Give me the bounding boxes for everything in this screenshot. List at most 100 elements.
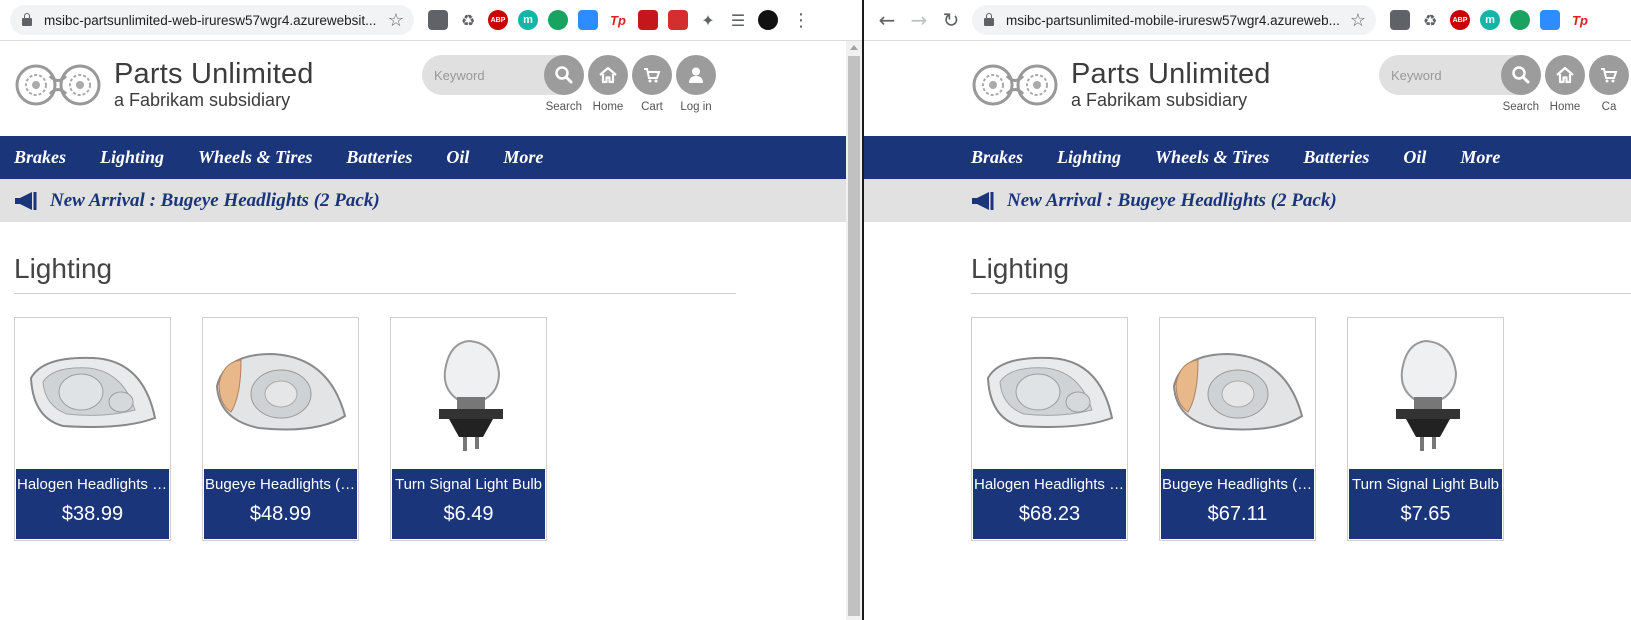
halogen-headlight-image[interactable] [16,319,169,467]
nav-lighting[interactable]: Lighting [1057,147,1121,168]
reader-extension-icon[interactable] [428,10,448,30]
product-name[interactable]: Turn Signal Light Bulb [392,476,545,493]
extensions-bar: ♻ ABP m Tp [1390,10,1590,30]
product-name[interactable]: Bugeye Headlights (2... [1161,476,1314,493]
reader-extension-icon[interactable] [1390,10,1410,30]
header-tools: Search Home [1379,55,1629,125]
adblock-extension-icon[interactable]: ABP [1450,10,1470,30]
tp-extension-icon[interactable]: Tp [1570,10,1590,30]
nav-more[interactable]: More [503,147,543,168]
adblock-extension-icon[interactable]: ABP [488,10,508,30]
bookmark-star-icon[interactable]: ☆ [388,10,404,31]
dots-extension-icon[interactable] [668,10,688,30]
lock-icon [22,13,32,26]
browser-toolbar: msibc-partsunlimited-web-iruresw57wgr4.a… [0,0,862,41]
brand-logo[interactable]: Parts Unlimited a Fabrikam subsidiary [971,59,1271,111]
home-button[interactable]: Home [1545,55,1585,113]
home-icon [1556,66,1574,84]
login-button[interactable]: Log in [676,55,716,113]
green-pin-extension-icon[interactable] [1510,10,1530,30]
recycle-extension-icon[interactable]: ♻ [1420,10,1440,30]
brand-logo[interactable]: Parts Unlimited a Fabrikam subsidiary [14,59,314,111]
search-input[interactable] [434,65,544,85]
nav-batteries[interactable]: Batteries [1303,147,1369,168]
address-bar[interactable]: msibc-partsunlimited-mobile-iruresw57wgr… [972,5,1376,35]
zoom-extension-icon[interactable] [1540,10,1560,30]
recycle-extension-icon[interactable]: ♻ [458,10,478,30]
product-card[interactable]: Bugeye Headlights (2... $48.99 [202,317,359,541]
address-bar[interactable]: msibc-partsunlimited-web-iruresw57wgr4.a… [10,5,414,35]
scroll-up-arrow-icon[interactable] [850,45,858,50]
search-input[interactable] [1391,65,1501,85]
product-name[interactable]: Halogen Headlights (... [973,476,1126,493]
forward-arrow-icon[interactable]: → [906,7,932,33]
nav-wheels-tires[interactable]: Wheels & Tires [1155,147,1269,168]
announcement-bar[interactable]: New Arrival : Bugeye Headlights (2 Pack) [0,179,862,222]
product-name[interactable]: Bugeye Headlights (2... [204,476,357,493]
search-icon [555,66,573,84]
section-title: Lighting [14,253,113,284]
green-pin-extension-icon[interactable] [548,10,568,30]
product-card[interactable]: Halogen Headlights (... $38.99 [14,317,171,541]
m-extension-icon[interactable]: m [1480,10,1500,30]
m-extension-icon[interactable]: m [518,10,538,30]
product-grid: Halogen Headlights (... $38.99 Bugeye He… [14,317,578,541]
product-price: $38.99 [61,503,124,525]
cart-button[interactable]: Ca [1589,55,1629,113]
gears-logo-icon [972,64,1058,106]
nav-batteries[interactable]: Batteries [346,147,412,168]
site-page: Parts Unlimited a Fabrikam subsidiary Ke… [864,41,1631,620]
media-queue-icon[interactable]: ☰ [728,10,748,30]
navigation-buttons: ← → ↻ [864,7,964,33]
vertical-scrollbar[interactable] [846,41,862,620]
light-bulb-image[interactable] [1349,319,1502,467]
search-button[interactable] [544,55,584,95]
search-button[interactable] [1501,55,1541,95]
halogen-headlight-image[interactable] [973,319,1126,467]
bookmark-star-icon[interactable]: ☆ [1350,10,1366,31]
scroll-thumb[interactable] [848,56,860,616]
megaphone-icon [972,191,994,210]
megaphone-icon [15,191,37,210]
cart-icon [1601,68,1618,83]
bugeye-headlight-image[interactable] [1161,319,1314,467]
browser-menu-icon[interactable]: ⋮ [792,10,810,31]
product-footer: Halogen Headlights (... $38.99 [16,469,169,539]
product-card[interactable]: Turn Signal Light Bulb $6.49 [390,317,547,541]
light-bulb-image[interactable] [392,319,545,467]
zoom-extension-icon[interactable] [578,10,598,30]
puzzle-extensions-icon[interactable]: ✦ [698,10,718,30]
nav-oil[interactable]: Oil [446,147,469,168]
nav-lighting[interactable]: Lighting [100,147,164,168]
nav-oil[interactable]: Oil [1403,147,1426,168]
back-arrow-icon[interactable]: ← [874,7,900,33]
announcement-text: New Arrival : Bugeye Headlights (2 Pack) [1007,189,1337,211]
cart-label: Ca [1601,101,1617,113]
url-text: msibc-partsunlimited-web-iruresw57wgr4.a… [44,12,377,28]
tp-extension-icon[interactable]: Tp [608,10,628,30]
pdf-extension-icon[interactable] [638,10,658,30]
product-card[interactable]: Turn Signal Light Bulb $7.65 [1347,317,1504,541]
section-divider [14,293,736,294]
product-card[interactable]: Halogen Headlights (... $68.23 [971,317,1128,541]
bugeye-headlight-image[interactable] [204,319,357,467]
brand-subsidiary: a Fabrikam subsidiary [114,90,291,110]
extensions-bar: ♻ ABP m Tp ✦ ☰ [428,10,778,30]
home-button[interactable]: Home [588,55,628,113]
nav-brakes[interactable]: Brakes [971,147,1023,168]
profile-avatar-icon[interactable] [758,10,778,30]
product-grid: Halogen Headlights (... $68.23 Bugeye He… [971,317,1535,541]
url-text: msibc-partsunlimited-mobile-iruresw57wgr… [1006,12,1340,28]
nav-brakes[interactable]: Brakes [14,147,66,168]
announcement-bar[interactable]: New Arrival : Bugeye Headlights (2 Pack) [864,179,1631,222]
product-name[interactable]: Halogen Headlights (... [16,476,169,493]
product-name[interactable]: Turn Signal Light Bulb [1349,476,1502,493]
reload-icon[interactable]: ↻ [938,7,964,33]
home-label: Home [1549,101,1581,113]
product-card[interactable]: Bugeye Headlights (2... $67.11 [1159,317,1316,541]
cart-label: Cart [641,101,663,113]
cart-button[interactable]: Cart [632,55,672,113]
nav-more[interactable]: More [1460,147,1500,168]
nav-wheels-tires[interactable]: Wheels & Tires [198,147,312,168]
product-price: $68.23 [1018,503,1081,525]
